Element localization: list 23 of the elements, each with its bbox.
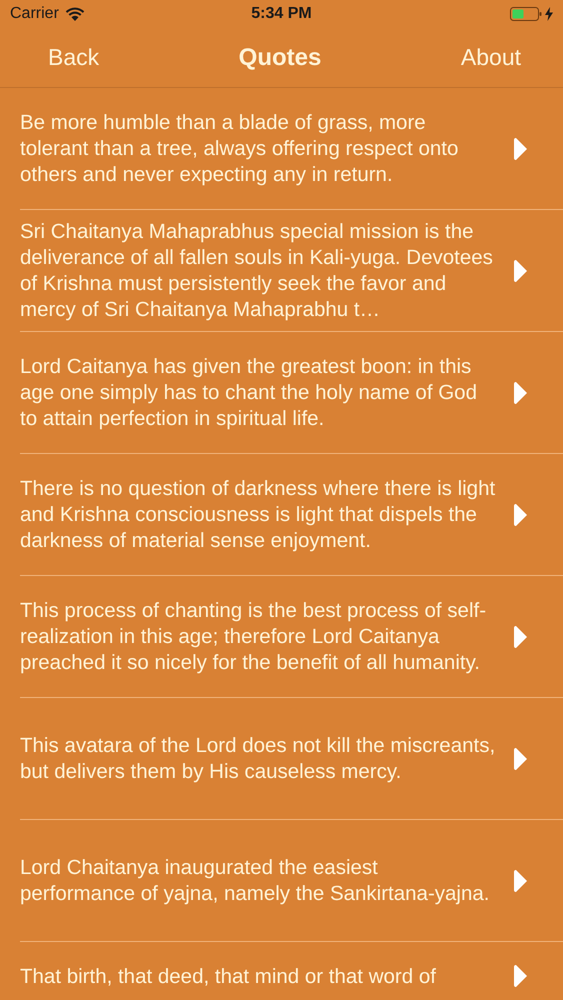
quote-text[interactable]: This avatara of the Lord does not kill the miscreants, but delivers them by His causeless mercy. — [20, 732, 498, 784]
wifi-icon — [64, 6, 85, 22]
triangle-arrow-icon[interactable] — [514, 746, 528, 770]
quote-text[interactable]: Lord Chaitanya inaugurated the easiest performance of yajna, namely the Sankirtana-yajna. — [20, 854, 498, 906]
carrier-label: Carrier — [10, 5, 59, 23]
triangle-arrow-icon[interactable] — [514, 258, 528, 282]
triangle-arrow-icon[interactable] — [514, 380, 528, 404]
quote-text[interactable]: Sri Chaitanya Mahaprabhus special mission is the deliverance of all fallen souls in Kali-yuga. Devotees of Krishna must persistently seek the favor and mercy of Sri Chaitanya Mahaprabhu t… — [20, 218, 498, 322]
quote-text[interactable]: There is no question of darkness where there is light and Krishna consciousness is light that dispels the darkness of material sense enjoyment. — [20, 476, 498, 554]
quote-text[interactable]: Lord Caitanya has given the greatest boon: in this age one simply has to chant the holy name of God to attain perfection in spiritual life. — [20, 354, 498, 432]
battery-icon — [510, 6, 542, 22]
quote-text[interactable]: That birth, that deed, that mind or that word of — [20, 964, 498, 990]
quote-text[interactable]: Be more humble than a blade of grass, more tolerant than a tree, always offering respect onto others and never expecting any in return. — [20, 110, 498, 188]
charging-icon — [545, 7, 553, 21]
triangle-arrow-icon[interactable] — [514, 502, 528, 526]
about-button[interactable]: About — [460, 44, 521, 71]
triangle-arrow-icon[interactable] — [514, 624, 528, 648]
status-time: 5:34 PM — [251, 5, 312, 23]
back-button[interactable]: Back — [48, 44, 100, 71]
nav-title: Quotes — [238, 44, 322, 72]
triangle-arrow-icon[interactable] — [514, 868, 528, 892]
quote-text[interactable]: This process of chanting is the best process of self-realization in this age; therefore Lord Caitanya preached it so nicely for the benefit of all humanity. — [20, 598, 498, 676]
triangle-arrow-icon[interactable] — [514, 136, 528, 160]
